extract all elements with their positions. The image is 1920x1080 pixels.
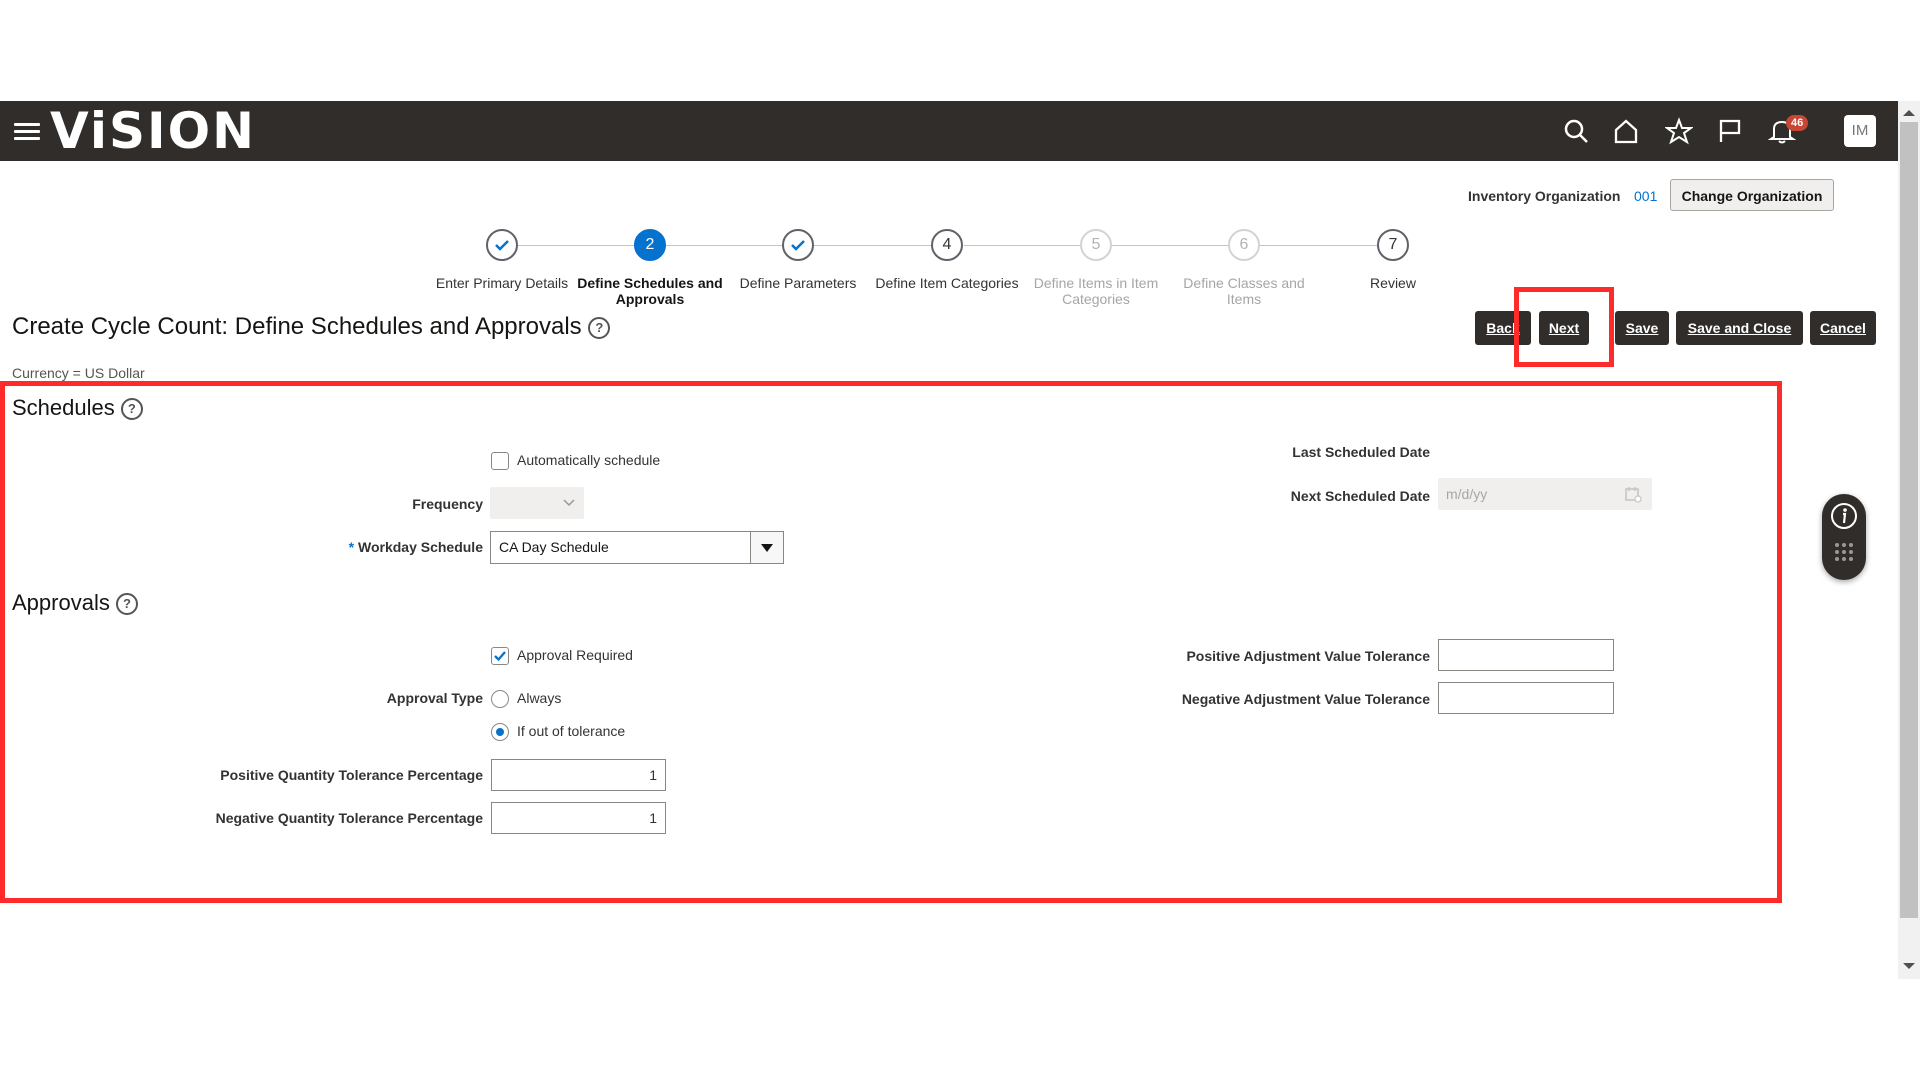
help-icon[interactable]: ? [588,316,611,339]
last-scheduled-date-label: Last Scheduled Date [1292,444,1430,460]
approvals-section-title: Approvals ? [12,590,138,616]
workday-schedule-combobox[interactable]: CA Day Schedule [490,531,784,564]
schedules-section-title: Schedules ? [12,395,143,421]
train-stop-4[interactable]: 4 [931,229,963,261]
cancel-button[interactable]: Cancel [1810,311,1876,345]
global-header: ViSION 46 IM [0,101,1898,161]
highlight-next-box [1514,287,1614,367]
next-scheduled-date-field: m/d/yy [1438,478,1652,510]
organization-value: 001 [1634,188,1658,204]
workday-schedule-label-text: Workday Schedule [357,539,483,555]
train-connector [666,245,784,246]
page-title: Create Cycle Count: Define Schedules and… [12,313,611,341]
train-connector [1112,245,1230,246]
checkmark-icon [495,240,509,251]
caret-down-icon [761,544,773,552]
train-stop-6: 6 [1228,229,1260,261]
scrollbar-thumb[interactable] [1900,122,1918,918]
star-icon[interactable] [1665,117,1693,145]
organization-label: Inventory Organization [1468,188,1621,204]
page-title-text: Create Cycle Count: Define Schedules and… [12,313,582,340]
floating-help-widget[interactable] [1822,494,1866,580]
schedules-title-text: Schedules [12,395,115,420]
automatically-schedule-checkbox[interactable] [491,452,509,470]
next-scheduled-date-placeholder: m/d/yy [1446,486,1488,502]
frequency-select [490,487,584,519]
next-scheduled-date-label: Next Scheduled Date [1290,488,1430,504]
positive-quantity-tolerance-input[interactable]: 1 [491,759,666,791]
negative-adjustment-tolerance-label: Negative Adjustment Value Tolerance [1181,691,1430,707]
home-icon[interactable] [1612,117,1640,145]
chevron-down-icon [563,499,575,507]
grid-dots-icon[interactable] [1834,542,1854,568]
info-icon[interactable] [1830,502,1858,530]
train-connector [1260,245,1378,246]
train-stop-1[interactable] [486,229,518,261]
approval-required-checkbox[interactable] [491,647,509,665]
approvals-title-text: Approvals [12,590,110,615]
train-stop-2[interactable]: 2 [634,229,666,261]
negative-adjustment-tolerance-input[interactable] [1438,682,1614,714]
calendar-icon [1625,487,1642,503]
train-connector [964,245,1080,246]
negative-quantity-tolerance-input[interactable]: 1 [491,802,666,834]
checkmark-icon [494,651,506,662]
positive-quantity-tolerance-label: Positive Quantity Tolerance Percentage [220,767,483,783]
approval-type-always-radio[interactable] [491,690,509,708]
save-and-close-button[interactable]: Save and Close [1676,311,1803,345]
train-label-3[interactable]: Define Parameters [723,275,873,291]
app-logo[interactable]: ViSION [50,105,256,157]
approval-type-label: Approval Type [386,690,483,706]
frequency-label: Frequency [412,496,483,512]
train-label-7[interactable]: Review [1318,275,1468,291]
automatically-schedule-label: Automatically schedule [517,452,661,468]
train-connector [518,245,636,246]
approval-type-out-of-tolerance-radio[interactable] [491,723,509,741]
hamburger-icon[interactable] [14,123,40,141]
help-icon[interactable]: ? [115,593,138,616]
search-icon[interactable] [1562,117,1590,145]
workday-schedule-value: CA Day Schedule [499,539,609,555]
notifications-badge: 46 [1786,115,1809,131]
currency-note: Currency = US Dollar [12,365,145,381]
negative-quantity-tolerance-label: Negative Quantity Tolerance Percentage [215,810,483,826]
save-button[interactable]: Save [1615,311,1669,345]
train-label-5: Define Items in Item Categories [1033,275,1159,307]
help-icon[interactable]: ? [120,398,143,421]
train-stop-3[interactable] [782,229,814,261]
train-label-2[interactable]: Define Schedules and Approvals [575,275,725,307]
train-label-4[interactable]: Define Item Categories [872,275,1022,291]
approval-type-out-of-tolerance-label: If out of tolerance [517,723,626,739]
workday-schedule-dropdown-button[interactable] [750,532,783,563]
approval-type-always-label: Always [517,690,562,706]
approval-required-label: Approval Required [517,647,633,663]
train-label-1[interactable]: Enter Primary Details [427,275,577,291]
train-label-6: Define Classes and Items [1183,275,1305,307]
scroll-up-icon[interactable] [1903,110,1915,116]
radio-selected-dot [496,728,504,736]
positive-adjustment-tolerance-input[interactable] [1438,639,1614,671]
train-connector [814,245,932,246]
flag-icon[interactable] [1716,117,1744,145]
train-stop-5: 5 [1080,229,1112,261]
change-organization-button[interactable]: Change Organization [1670,179,1834,211]
positive-adjustment-tolerance-label: Positive Adjustment Value Tolerance [1186,648,1430,664]
workday-schedule-label: * Workday Schedule [348,539,483,555]
checkmark-icon [791,240,805,251]
train-stop-7[interactable]: 7 [1377,229,1409,261]
user-avatar[interactable]: IM [1844,115,1876,147]
scroll-down-icon[interactable] [1903,963,1915,969]
